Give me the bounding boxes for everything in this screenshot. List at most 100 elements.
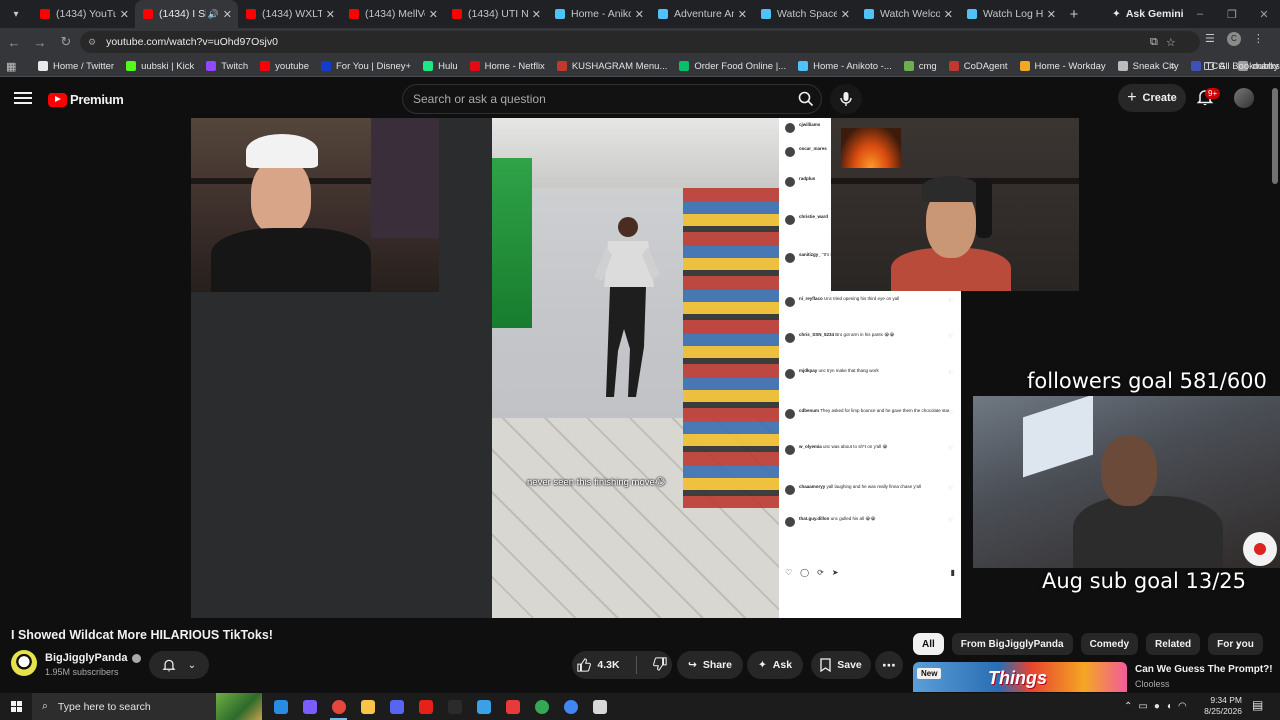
related-video-channel[interactable]: Clooless <box>1135 679 1170 689</box>
create-button[interactable]: + Create <box>1118 84 1186 112</box>
browser-tab[interactable]: (1434) UTI Nos ✕ <box>444 0 547 28</box>
close-tab-icon[interactable]: ✕ <box>223 8 232 21</box>
tab-search-icon[interactable]: ▾ <box>6 4 26 24</box>
heart-icon[interactable]: ♡ <box>949 446 953 452</box>
filter-chip[interactable]: Comedy <box>1080 633 1139 655</box>
bookmark-item[interactable]: Home - Anikoto -... <box>798 61 892 72</box>
browser-tab[interactable]: (1434) YouTube ✕ <box>32 0 135 28</box>
chevron-right-icon[interactable]: › <box>1236 636 1241 652</box>
bookmark-item[interactable]: For You | Disney+ <box>320 61 411 72</box>
office-app-icon[interactable] <box>498 693 527 720</box>
channel-avatar[interactable] <box>11 650 37 676</box>
heart-icon[interactable]: ♡ <box>949 334 953 340</box>
search-button[interactable] <box>790 84 822 114</box>
chrome-app-2-icon[interactable] <box>527 693 556 720</box>
bookmarks-overflow-icon[interactable]: » <box>1170 60 1176 72</box>
close-tab-icon[interactable]: ✕ <box>120 8 129 21</box>
chrome-app-3-icon[interactable] <box>556 693 585 720</box>
bookmark-item[interactable]: Home / Twitter <box>38 61 114 72</box>
audio-playing-icon[interactable]: 🔊 <box>208 9 219 20</box>
reload-icon[interactable]: ↻ <box>54 30 78 54</box>
battle-net-app-icon[interactable] <box>469 693 498 720</box>
related-video-title[interactable]: Can We Guess The Prompt?! <box>1135 664 1275 675</box>
filter-chip[interactable]: From BigJigglyPanda <box>951 633 1073 655</box>
bookmark-item[interactable]: Twitch <box>206 61 248 72</box>
back-icon[interactable]: ← <box>2 30 26 54</box>
bookmark-icon[interactable]: ▮ <box>951 568 955 577</box>
browser-tab[interactable]: Home - Aniko ✕ <box>547 0 650 28</box>
share-button[interactable]: ↪ Share <box>677 651 743 679</box>
page-scrollbar[interactable] <box>1272 88 1278 184</box>
heart-icon[interactable]: ♡ <box>949 486 953 492</box>
save-button[interactable]: Save <box>811 651 871 679</box>
close-tab-icon[interactable]: ✕ <box>635 8 644 21</box>
subscribed-notifications-button[interactable]: ⌄ <box>149 651 209 679</box>
apps-grid-icon[interactable]: ▦ <box>6 60 26 73</box>
restore-icon[interactable]: ❐ <box>1216 0 1248 28</box>
close-window-icon[interactable]: ✕ <box>1248 0 1280 28</box>
comment-bubble-icon[interactable]: ◯ <box>800 568 809 577</box>
new-tab-button[interactable]: + <box>1062 2 1086 26</box>
ask-button[interactable]: ✦ Ask <box>747 651 803 679</box>
browser-tab[interactable]: Adventure Ani ✕ <box>650 0 753 28</box>
voice-search-button[interactable] <box>830 84 862 114</box>
file-explorer-icon[interactable] <box>353 693 382 720</box>
network-icon[interactable]: ▭ <box>1138 701 1147 712</box>
filter-chip[interactable]: All <box>913 633 944 655</box>
bookmark-item[interactable]: cmg <box>903 61 937 72</box>
close-tab-icon[interactable]: ✕ <box>738 8 747 21</box>
youtube-music-app-icon[interactable] <box>411 693 440 720</box>
browser-tab[interactable]: Watch Space P ✕ <box>753 0 856 28</box>
bookmark-item[interactable]: uubski | Kick <box>126 61 194 72</box>
bookmark-item[interactable]: Hulu <box>423 61 458 72</box>
like-button[interactable]: 4.3K <box>577 658 620 672</box>
heart-icon[interactable]: ♡ <box>949 298 953 304</box>
multi-app-icon[interactable] <box>295 693 324 720</box>
send-icon[interactable]: ➤ <box>832 568 839 577</box>
bookmark-item[interactable]: KUSHAGRAM Menu... <box>556 61 667 72</box>
discord-app-icon[interactable] <box>382 693 411 720</box>
bing-app-icon[interactable] <box>266 693 295 720</box>
close-tab-icon[interactable]: ✕ <box>326 8 335 21</box>
ask-gemini-button[interactable]: ✦ Ask Gemini <box>1104 4 1192 24</box>
browser-tab[interactable]: (1434) MellVer ✕ <box>341 0 444 28</box>
reading-list-icon[interactable]: ☰ <box>1205 32 1215 46</box>
search-input[interactable]: Search or ask a question <box>402 84 790 114</box>
heart-icon[interactable]: ♡ <box>949 518 953 524</box>
close-tab-icon[interactable]: ✕ <box>429 8 438 21</box>
browser-tab[interactable]: (1434) I Sh🔊 ✕ <box>135 0 238 28</box>
repost-icon[interactable]: ⟳ <box>817 568 824 577</box>
browser-tab[interactable]: (1434) WXLTZY ✕ <box>238 0 341 28</box>
browser-tab[interactable]: Watch Welcom ✕ <box>856 0 959 28</box>
taskbar-search-box[interactable]: ⌕ Type here to search <box>32 693 262 720</box>
channel-name[interactable]: BigJigglyPanda <box>45 652 141 664</box>
browser-tab[interactable]: Watch Log Ho ✕ <box>959 0 1062 28</box>
more-actions-icon[interactable]: ⋯ <box>875 651 903 679</box>
close-tab-icon[interactable]: ✕ <box>1047 8 1056 21</box>
obs-app-icon[interactable] <box>440 693 469 720</box>
dislike-button[interactable] <box>652 656 667 674</box>
chrome-menu-icon[interactable]: ⋮ <box>1253 32 1264 46</box>
taskbar-clock[interactable]: 9:34 PM 8/25/2026 <box>1198 695 1242 717</box>
profile-icon[interactable]: C <box>1226 32 1241 46</box>
bookmark-item[interactable]: CoDAgent <box>948 61 1008 72</box>
close-tab-icon[interactable]: ✕ <box>841 8 850 21</box>
close-tab-icon[interactable]: ✕ <box>532 8 541 21</box>
bookmark-item[interactable]: Home - Workday <box>1019 61 1106 72</box>
install-app-icon[interactable]: ⧉ <box>1150 36 1158 49</box>
filter-chip[interactable]: Related <box>1146 633 1201 655</box>
clock-app-icon[interactable] <box>585 693 614 720</box>
related-video-thumbnail[interactable]: Things <box>913 662 1127 692</box>
site-info-icon[interactable]: ⚙ <box>88 37 96 48</box>
chrome-app-icon[interactable] <box>324 693 353 720</box>
bookmark-item[interactable]: Order Food Online |... <box>679 61 786 72</box>
youtube-logo[interactable]: Premium <box>48 92 124 107</box>
bookmark-item[interactable]: Home - Netflix <box>469 61 545 72</box>
address-bar[interactable]: ⚙ youtube.com/watch?v=uOhd97Osjv0 <box>80 31 1200 53</box>
heart-icon[interactable]: ♡ <box>949 410 953 416</box>
volume-icon[interactable]: ◖ <box>1166 701 1172 712</box>
windows-start-icon[interactable] <box>0 693 32 720</box>
microphone-tray-icon[interactable]: ● <box>1154 701 1160 712</box>
forward-icon[interactable]: → <box>28 30 52 54</box>
tray-overflow-icon[interactable]: ⌃ <box>1124 701 1132 712</box>
